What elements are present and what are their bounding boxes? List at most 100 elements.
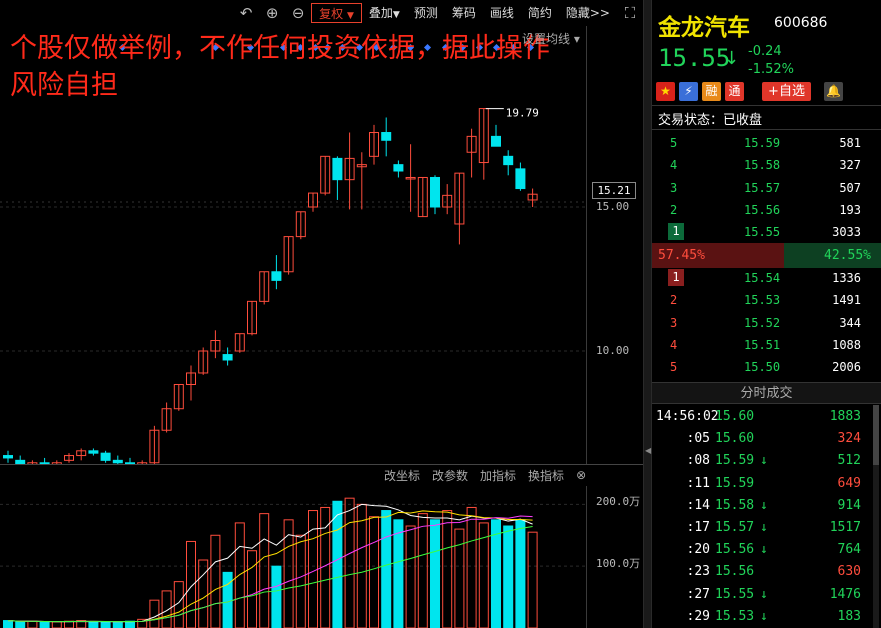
tick-scrollbar[interactable] xyxy=(873,405,879,628)
candle[interactable] xyxy=(430,175,440,215)
candle[interactable] xyxy=(442,184,453,215)
separator xyxy=(652,129,881,130)
panel-splitter[interactable]: ◀ xyxy=(643,0,652,628)
candle[interactable] xyxy=(100,450,111,463)
tick-row: :14 15.58 ↓ 914 xyxy=(652,495,881,517)
bid-level-row[interactable]: 4 15.51 1088 xyxy=(652,334,881,356)
candle[interactable] xyxy=(64,453,74,463)
candle[interactable] xyxy=(210,330,221,359)
current-price-tag: 15.21 xyxy=(592,182,636,199)
candle[interactable] xyxy=(259,271,270,305)
candle[interactable] xyxy=(454,172,465,245)
tick-time: :27 xyxy=(686,586,710,602)
volume-axis-label-100: 100.0万 xyxy=(596,557,641,570)
ask-level-row[interactable]: 3 15.57 507 xyxy=(652,177,881,199)
candle[interactable] xyxy=(478,108,489,180)
candle[interactable] xyxy=(405,144,416,212)
candle[interactable] xyxy=(15,455,26,464)
ma-settings-dropdown[interactable]: 设置均线 ▾ xyxy=(522,30,580,47)
candle-body xyxy=(393,164,404,172)
bid-volume: 1336 xyxy=(832,271,861,285)
candle[interactable] xyxy=(515,162,526,191)
tick-time: 14:56:02 xyxy=(656,409,719,424)
change-params-button[interactable]: 改参数 xyxy=(432,467,468,484)
ask-level-row[interactable]: 2 15.56 193 xyxy=(652,199,881,221)
toolbar-chips[interactable]: 筹码 xyxy=(445,3,483,23)
candle[interactable] xyxy=(222,347,233,366)
zoom-in-icon[interactable]: ⊕ xyxy=(259,0,285,26)
zoom-out-icon[interactable]: ⊖ xyxy=(285,0,311,26)
candle[interactable] xyxy=(173,383,184,411)
candle[interactable] xyxy=(393,160,404,178)
bid-price: 15.54 xyxy=(744,271,781,285)
tick-volume: 649 xyxy=(837,475,861,491)
candle[interactable] xyxy=(198,347,209,375)
tick-price: 15.55 xyxy=(715,586,755,602)
toolbar-fuquan[interactable]: 复权 ▼ xyxy=(311,3,362,23)
candle[interactable] xyxy=(186,365,196,401)
china-flag-icon[interactable]: ★ xyxy=(656,82,675,101)
candle[interactable] xyxy=(3,450,13,463)
collapse-handle-icon[interactable]: ◀ xyxy=(645,440,651,462)
toolbar-forecast[interactable]: 预测 xyxy=(407,3,445,23)
candle[interactable] xyxy=(149,425,160,464)
volume-chart[interactable] xyxy=(0,486,586,628)
candle[interactable] xyxy=(283,236,294,275)
ask-level-row[interactable]: 1 15.55 3033 xyxy=(652,221,881,243)
add-favorite-button[interactable]: +自选 xyxy=(762,82,811,101)
toolbar-draw-line[interactable]: 画线 xyxy=(483,3,521,23)
alarm-icon[interactable]: 🔔 xyxy=(824,82,843,101)
undo-icon[interactable]: ↶ xyxy=(233,0,259,26)
candle[interactable] xyxy=(76,448,87,461)
fullscreen-icon[interactable]: ⛶ xyxy=(617,0,643,26)
candle[interactable] xyxy=(88,448,99,456)
candle[interactable] xyxy=(271,255,282,290)
add-indicator-button[interactable]: 加指标 xyxy=(480,467,516,484)
scrollbar-thumb[interactable] xyxy=(873,405,879,465)
connect-badge[interactable]: 通 xyxy=(725,82,744,101)
ask-level-row[interactable]: 4 15.58 327 xyxy=(652,154,881,176)
candle[interactable] xyxy=(308,192,318,212)
change-axis-button[interactable]: 改坐标 xyxy=(384,467,420,484)
candle[interactable] xyxy=(112,455,123,464)
candle[interactable] xyxy=(295,211,306,240)
bid-level-row[interactable]: 5 15.50 2006 xyxy=(652,356,881,378)
toolbar-hide[interactable]: 隐藏>> xyxy=(559,3,617,23)
candle[interactable] xyxy=(417,176,428,218)
candle[interactable] xyxy=(503,150,514,176)
switch-indicator-button[interactable]: 换指标 xyxy=(528,467,564,484)
ask-level-row[interactable]: 5 15.59 581 xyxy=(652,132,881,154)
candle[interactable] xyxy=(527,188,538,207)
candle[interactable] xyxy=(466,128,477,178)
bid-level-row[interactable]: 2 15.53 1491 xyxy=(652,289,881,311)
candle[interactable] xyxy=(491,124,501,147)
toolbar-simple[interactable]: 简约 xyxy=(521,3,559,23)
sell-ratio: 42.55% xyxy=(824,248,871,263)
margin-badge[interactable]: 融 xyxy=(702,82,721,101)
ask-price: 15.58 xyxy=(744,158,781,173)
volume-bar xyxy=(210,534,221,628)
candle[interactable] xyxy=(234,333,245,353)
close-icon[interactable]: ⊗ xyxy=(576,468,586,482)
candle[interactable] xyxy=(332,156,343,200)
price-axis-label-15: 15.00 xyxy=(596,200,630,213)
toolbar-overlay[interactable]: 叠加▼ xyxy=(362,3,407,23)
stock-name: 金龙汽车 xyxy=(658,15,750,41)
candle[interactable] xyxy=(369,124,379,165)
tick-trades-header[interactable]: 分时成交 xyxy=(652,382,881,404)
volume-bar xyxy=(112,621,123,628)
ask-price: 15.59 xyxy=(744,136,781,150)
bid-level-row[interactable]: 1 15.54 1336 xyxy=(652,267,881,289)
flash-icon[interactable]: ⚡ xyxy=(679,82,698,101)
volume-bar xyxy=(405,525,416,628)
candle[interactable] xyxy=(356,152,367,210)
candle[interactable] xyxy=(320,155,331,196)
candle[interactable] xyxy=(344,132,355,210)
kline-chart-area[interactable]: 19.796.87$ ↶ ⊕ ⊖ 复权 ▼ 叠加▼ 预测 筹码 画线 简约 隐藏… xyxy=(0,0,643,628)
candle[interactable] xyxy=(161,402,172,433)
bid-level-row[interactable]: 3 15.52 344 xyxy=(652,312,881,334)
candle[interactable] xyxy=(381,117,392,157)
candle[interactable] xyxy=(247,300,257,336)
high-price-annotation: 19.79 xyxy=(506,107,539,120)
tick-direction-arrow: ↓ xyxy=(760,608,768,624)
